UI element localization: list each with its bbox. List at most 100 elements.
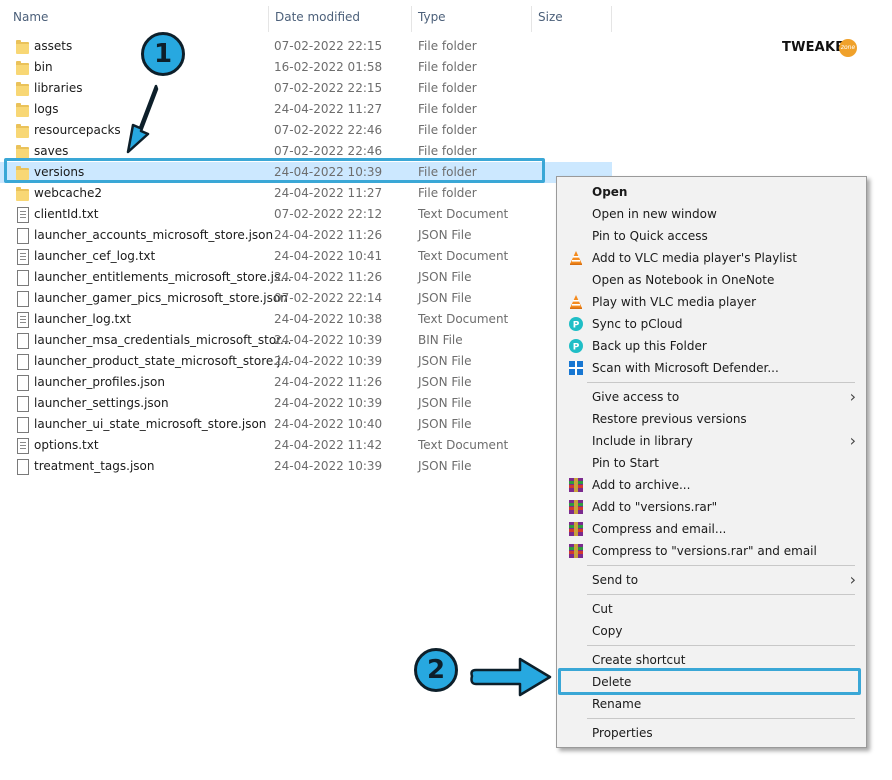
- table-row[interactable]: logs 24-04-2022 11:27 File folder: [0, 99, 612, 120]
- menu-item-label: Open in new window: [592, 207, 717, 221]
- file-type: JSON File: [418, 375, 472, 389]
- folder-icon: [15, 186, 31, 202]
- column-size[interactable]: Size: [531, 0, 611, 34]
- menu-item-properties[interactable]: Properties: [557, 722, 866, 744]
- menu-item-send-to[interactable]: Send to ›: [557, 569, 866, 591]
- table-row[interactable]: launcher_cef_log.txt 24-04-2022 10:41 Text…: [0, 246, 612, 267]
- menu-item-give-access-to[interactable]: Give access to ›: [557, 386, 866, 408]
- table-row[interactable]: launcher_gamer_pics_microsoft_store.json…: [0, 288, 612, 309]
- file-icon: [15, 270, 31, 286]
- menu-item-label: Pin to Start: [592, 456, 659, 470]
- table-row[interactable]: resourcepacks 07-02-2022 22:46 File folder: [0, 120, 612, 141]
- file-name: logs: [34, 102, 59, 116]
- table-row[interactable]: launcher_settings.json 24-04-2022 10:39 JS…: [0, 393, 612, 414]
- table-row[interactable]: options.txt 24-04-2022 11:42 Text Document: [0, 435, 612, 456]
- table-row[interactable]: clientId.txt 07-02-2022 22:12 Text Documen…: [0, 204, 612, 225]
- menu-item-add-to-archive[interactable]: Add to archive...: [557, 474, 866, 496]
- menu-item-rename[interactable]: Rename: [557, 693, 866, 715]
- table-row[interactable]: launcher_product_state_microsoft_store.j…: [0, 351, 612, 372]
- file-type: File folder: [418, 39, 477, 53]
- file-icon: [15, 291, 31, 307]
- table-row[interactable]: assets 07-02-2022 22:15 File folder: [0, 36, 612, 57]
- menu-separator: [587, 718, 855, 719]
- file-date: 24-04-2022 11:27: [274, 102, 383, 116]
- menu-item-back-up-this-folder[interactable]: P Back up this Folder: [557, 335, 866, 357]
- file-type: JSON File: [418, 354, 472, 368]
- column-type[interactable]: Type: [411, 0, 531, 34]
- folder-icon: [15, 81, 31, 97]
- file-type: BIN File: [418, 333, 463, 347]
- table-row[interactable]: launcher_profiles.json 24-04-2022 11:26 JS…: [0, 372, 612, 393]
- menu-item-label: Play with VLC media player: [592, 295, 757, 309]
- menu-item-add-to-vlc-media-player-s-playlist[interactable]: Add to VLC media player's Playlist: [557, 247, 866, 269]
- menu-separator: [587, 382, 855, 383]
- svg-text:P: P: [573, 321, 580, 331]
- menu-item-pin-to-quick-access[interactable]: Pin to Quick access: [557, 225, 866, 247]
- sort-up-icon: ⌃: [133, 0, 141, 5]
- file-date: 07-02-2022 22:12: [274, 207, 383, 221]
- file-icon: [15, 396, 31, 412]
- menu-item-open[interactable]: Open: [557, 181, 866, 203]
- menu-item-sync-to-pcloud[interactable]: P Sync to pCloud: [557, 313, 866, 335]
- table-row[interactable]: bin 16-02-2022 01:58 File folder: [0, 57, 612, 78]
- winrar-icon: [568, 543, 584, 559]
- menu-item-open-as-notebook-in-onenote[interactable]: Open as Notebook in OneNote: [557, 269, 866, 291]
- file-type: JSON File: [418, 459, 472, 473]
- table-row[interactable]: treatment_tags.json 24-04-2022 10:39 JSON …: [0, 456, 612, 477]
- menu-item-label: Back up this Folder: [592, 339, 707, 353]
- table-row[interactable]: launcher_log.txt 24-04-2022 10:38 Text Doc…: [0, 309, 612, 330]
- file-name: launcher_accounts_microsoft_store.json: [34, 228, 274, 242]
- menu-item-label: Properties: [592, 726, 653, 740]
- table-row[interactable]: launcher_msa_credentials_microsoft_stor.…: [0, 330, 612, 351]
- file-type: Text Document: [418, 312, 509, 326]
- menu-separator: [587, 565, 855, 566]
- winrar-icon: [568, 477, 584, 493]
- menu-item-label: Cut: [592, 602, 613, 616]
- text-document-icon: [15, 438, 31, 454]
- column-divider[interactable]: [611, 6, 612, 32]
- menu-item-label: Open: [592, 185, 628, 199]
- menu-item-label: Add to VLC media player's Playlist: [592, 251, 797, 265]
- menu-item-open-in-new-window[interactable]: Open in new window: [557, 203, 866, 225]
- file-name: clientId.txt: [34, 207, 99, 221]
- file-type: JSON File: [418, 291, 472, 305]
- menu-item-label: Scan with Microsoft Defender...: [592, 361, 779, 375]
- table-row[interactable]: webcache2 24-04-2022 11:27 File folder: [0, 183, 612, 204]
- table-row[interactable]: libraries 07-02-2022 22:15 File folder: [0, 78, 612, 99]
- svg-text:P: P: [573, 343, 580, 353]
- file-name: launcher_log.txt: [34, 312, 132, 326]
- menu-item-cut[interactable]: Cut: [557, 598, 866, 620]
- table-row[interactable]: launcher_entitlements_microsoft_store.js…: [0, 267, 612, 288]
- table-row[interactable]: launcher_ui_state_microsoft_store.json 24…: [0, 414, 612, 435]
- text-document-icon: [15, 207, 31, 223]
- column-date-modified[interactable]: Date modified: [268, 0, 411, 34]
- menu-item-restore-previous-versions[interactable]: Restore previous versions: [557, 408, 866, 430]
- menu-item-copy[interactable]: Copy: [557, 620, 866, 642]
- file-type: File folder: [418, 123, 477, 137]
- winrar-icon: [568, 521, 584, 537]
- file-date: 16-02-2022 01:58: [274, 60, 383, 74]
- menu-item-label: Pin to Quick access: [592, 229, 708, 243]
- menu-item-add-to-versions-rar[interactable]: Add to "versions.rar": [557, 496, 866, 518]
- file-icon: [15, 459, 31, 475]
- file-date: 07-02-2022 22:15: [274, 81, 383, 95]
- menu-item-label: Open as Notebook in OneNote: [592, 273, 775, 287]
- menu-item-include-in-library[interactable]: Include in library ›: [557, 430, 866, 452]
- menu-item-play-with-vlc-media-player[interactable]: Play with VLC media player: [557, 291, 866, 313]
- logo-badge: zone: [839, 39, 857, 57]
- menu-item-scan-with-microsoft-defender[interactable]: Scan with Microsoft Defender...: [557, 357, 866, 379]
- menu-item-pin-to-start[interactable]: Pin to Start: [557, 452, 866, 474]
- menu-item-label: Compress to "versions.rar" and email: [592, 544, 817, 558]
- menu-separator: [587, 594, 855, 595]
- file-date: 24-04-2022 11:42: [274, 438, 383, 452]
- file-date: 24-04-2022 11:27: [274, 186, 383, 200]
- table-row[interactable]: launcher_accounts_microsoft_store.json 24…: [0, 225, 612, 246]
- file-date: 24-04-2022 10:41: [274, 249, 383, 263]
- context-menu: Open Open in new window Pin to Quick acces…: [556, 176, 867, 748]
- file-type: Text Document: [418, 207, 509, 221]
- folder-icon: [15, 102, 31, 118]
- menu-item-compress-and-email[interactable]: Compress and email...: [557, 518, 866, 540]
- menu-item-compress-to-versions-rar-and-email[interactable]: Compress to "versions.rar" and email: [557, 540, 866, 562]
- annotation-arrow-2: [470, 657, 552, 697]
- menu-separator: [587, 645, 855, 646]
